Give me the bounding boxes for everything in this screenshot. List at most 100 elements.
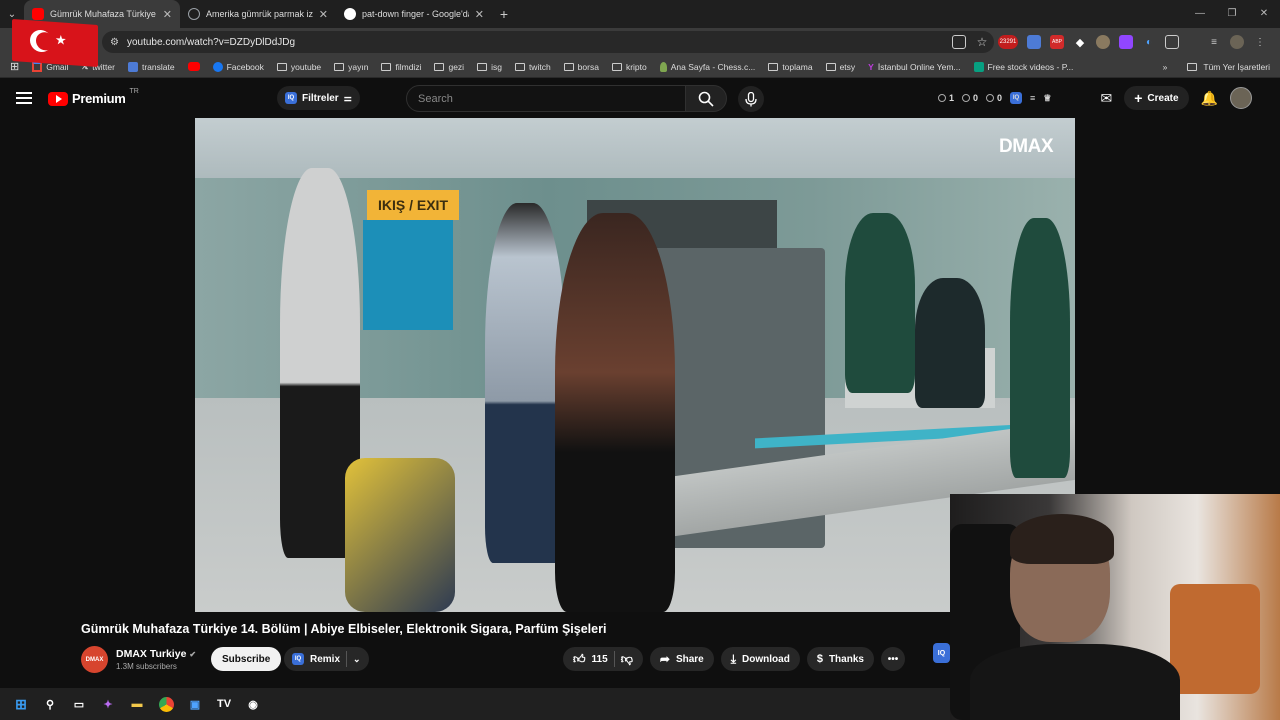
chevron-down-icon[interactable]: ⌄ bbox=[353, 654, 361, 665]
bookmark-folder-yayin[interactable]: yayın bbox=[334, 62, 368, 72]
windows-icon[interactable]: ⊞ bbox=[12, 695, 30, 713]
folder-icon bbox=[381, 62, 392, 71]
youtube-icon bbox=[187, 62, 200, 71]
video-player[interactable]: IKIŞ / EXIT DMAX bbox=[195, 118, 1075, 612]
close-icon[interactable]: ✕ bbox=[475, 8, 484, 21]
subscribe-button[interactable]: Subscribe bbox=[211, 647, 282, 671]
youtube-premium-logo[interactable]: Premium TR bbox=[48, 88, 139, 106]
bookmarks-bar: ⊞ Gmail 𝕏twitter translate Facebook yout… bbox=[0, 56, 1280, 78]
trophy-icon[interactable]: ♕ bbox=[1043, 93, 1051, 104]
close-icon[interactable]: ✕ bbox=[319, 8, 328, 21]
obs-icon[interactable]: ◉ bbox=[244, 695, 262, 713]
thanks-button[interactable]: $ Thanks bbox=[806, 647, 874, 671]
menu-icon[interactable] bbox=[16, 92, 32, 104]
youtube-favicon-icon bbox=[32, 8, 44, 20]
verified-check-icon: ✔ bbox=[189, 649, 197, 659]
filter-label: Filtreler bbox=[302, 92, 339, 104]
facebook-icon bbox=[212, 61, 223, 72]
chrome-icon[interactable] bbox=[157, 695, 175, 713]
filter-button[interactable]: IQ Filtreler ⚌ bbox=[277, 86, 360, 110]
folder-icon bbox=[434, 62, 445, 71]
create-button[interactable]: + Create bbox=[1124, 86, 1189, 110]
account-avatar[interactable] bbox=[1230, 87, 1252, 109]
bookmark-translate[interactable]: translate bbox=[127, 61, 175, 72]
bookmark-folder-twitch[interactable]: twitch bbox=[514, 62, 551, 72]
file-explorer-icon[interactable]: ▬ bbox=[128, 695, 146, 713]
chess-icon bbox=[659, 61, 667, 72]
channel-name[interactable]: DMAX Turkiye ✔ bbox=[116, 648, 196, 660]
counter-eye-off[interactable]: 0 bbox=[986, 93, 1002, 103]
copilot-icon[interactable]: ✦ bbox=[99, 695, 117, 713]
bookmark-folder-etsy[interactable]: etsy bbox=[825, 62, 855, 72]
translate-icon bbox=[127, 61, 138, 72]
close-window-icon[interactable]: ✕ bbox=[1248, 0, 1280, 28]
bookmark-facebook[interactable]: Facebook bbox=[212, 61, 264, 72]
bookmark-istanbul[interactable]: Y İstanbul Online Yem... bbox=[868, 62, 960, 72]
translate-ext-icon[interactable] bbox=[1027, 35, 1041, 49]
all-bookmarks-link[interactable]: Tüm Yer İşaretleri bbox=[1203, 62, 1270, 72]
bookmark-folder-kripto[interactable]: kripto bbox=[611, 62, 647, 72]
omnibox[interactable]: ⚙ youtube.com/watch?v=DZDyDlDdJDg bbox=[102, 31, 994, 53]
extensions-puzzle-icon[interactable] bbox=[1165, 35, 1179, 49]
site-info-icon[interactable]: ⚙ bbox=[110, 37, 119, 48]
share-button[interactable]: ➦ Share bbox=[649, 647, 714, 671]
more-actions-button[interactable]: ••• bbox=[880, 647, 905, 671]
logo-region: TR bbox=[129, 88, 139, 95]
iq-icon[interactable]: IQ bbox=[1010, 92, 1023, 104]
thumbs-up-icon: 👍︎ bbox=[573, 651, 586, 666]
bookmark-folder-isg[interactable]: isg bbox=[477, 62, 502, 72]
bookmark-youtube-link[interactable] bbox=[187, 62, 200, 71]
audio-ext-icon[interactable]: ◐ bbox=[1142, 35, 1156, 49]
iq-icon: IQ bbox=[285, 92, 297, 104]
tab-amerika[interactable]: Amerika gümrük parmak izi ✕ bbox=[180, 0, 336, 28]
turkish-flag-icon: ★ bbox=[12, 18, 98, 68]
eye-icon bbox=[962, 94, 971, 102]
bookmark-folder-toplama[interactable]: toplama bbox=[768, 62, 813, 72]
chat-icon[interactable]: ✉ bbox=[1101, 90, 1113, 107]
iq-sidebar-icon[interactable]: IQ bbox=[933, 643, 950, 663]
like-button[interactable]: 👍︎ 115 bbox=[573, 652, 608, 667]
bookmark-pexels[interactable]: Free stock videos - P... bbox=[973, 61, 1073, 72]
search-input[interactable]: Search bbox=[406, 85, 686, 112]
profile-icon[interactable] bbox=[1230, 35, 1244, 49]
counter-eye[interactable]: 0 bbox=[962, 93, 978, 103]
media-controls-icon[interactable]: ≡ bbox=[1207, 35, 1221, 49]
voice-search-button[interactable] bbox=[738, 86, 764, 112]
avatar-ext-icon[interactable] bbox=[1096, 35, 1110, 49]
tab-google[interactable]: pat-down finger - Google'da A ✕ bbox=[336, 0, 492, 28]
extension-badge-icon[interactable]: 23291 bbox=[998, 35, 1018, 49]
download-button[interactable]: ⤓ Download bbox=[720, 647, 800, 671]
twitch-ext-icon[interactable] bbox=[1119, 35, 1133, 49]
diamond-ext-icon[interactable]: ◆ bbox=[1073, 35, 1087, 49]
bookmark-folder-youtube[interactable]: youtube bbox=[276, 62, 321, 72]
app-icon[interactable]: ▣ bbox=[186, 695, 204, 713]
minimize-icon[interactable]: — bbox=[1184, 0, 1216, 28]
counter-clock[interactable]: 1 bbox=[938, 93, 954, 103]
bookmark-folder-borsa[interactable]: borsa bbox=[563, 62, 599, 72]
close-icon[interactable]: ✕ bbox=[163, 8, 172, 21]
remix-button[interactable]: IQ Remix ⌄ bbox=[284, 647, 369, 671]
restore-icon[interactable]: ❐ bbox=[1216, 0, 1248, 28]
tradingview-icon[interactable]: TV bbox=[215, 695, 233, 713]
bookmark-folder-gezi[interactable]: gezi bbox=[434, 62, 464, 72]
list-icon[interactable]: ≡ bbox=[1030, 93, 1035, 103]
dislike-button[interactable]: 👎︎ bbox=[621, 652, 633, 667]
bookmark-star-icon[interactable]: ☆ bbox=[975, 35, 989, 49]
screen: ⌄ Gümrük Muhafaza Türkiye 14. B ✕ Amerik… bbox=[0, 0, 1280, 720]
search-icon[interactable]: ⚲ bbox=[41, 695, 59, 713]
plus-icon: + bbox=[1134, 90, 1143, 106]
tab-title: Amerika gümrük parmak izi bbox=[206, 9, 313, 19]
channel-avatar[interactable]: DMAX bbox=[81, 646, 108, 673]
chevron-right-icon[interactable]: » bbox=[1163, 62, 1168, 72]
search-button[interactable] bbox=[685, 85, 727, 112]
bookmark-folder-filmdizi[interactable]: filmdizi bbox=[381, 62, 421, 72]
adblock-icon[interactable]: ABP bbox=[1050, 35, 1064, 49]
apps-grid-icon[interactable]: ⊞ bbox=[10, 60, 19, 73]
like-dislike-group: 👍︎ 115 👎︎ bbox=[563, 647, 643, 671]
new-tab-button[interactable]: + bbox=[492, 6, 516, 22]
notifications-bell-icon[interactable]: 🔔 bbox=[1201, 90, 1218, 107]
task-view-icon[interactable]: ▭ bbox=[70, 695, 88, 713]
bookmark-chess[interactable]: Ana Sayfa - Chess.c... bbox=[659, 61, 755, 72]
install-app-icon[interactable] bbox=[952, 35, 966, 49]
browser-menu-icon[interactable]: ⋮ bbox=[1253, 35, 1267, 49]
